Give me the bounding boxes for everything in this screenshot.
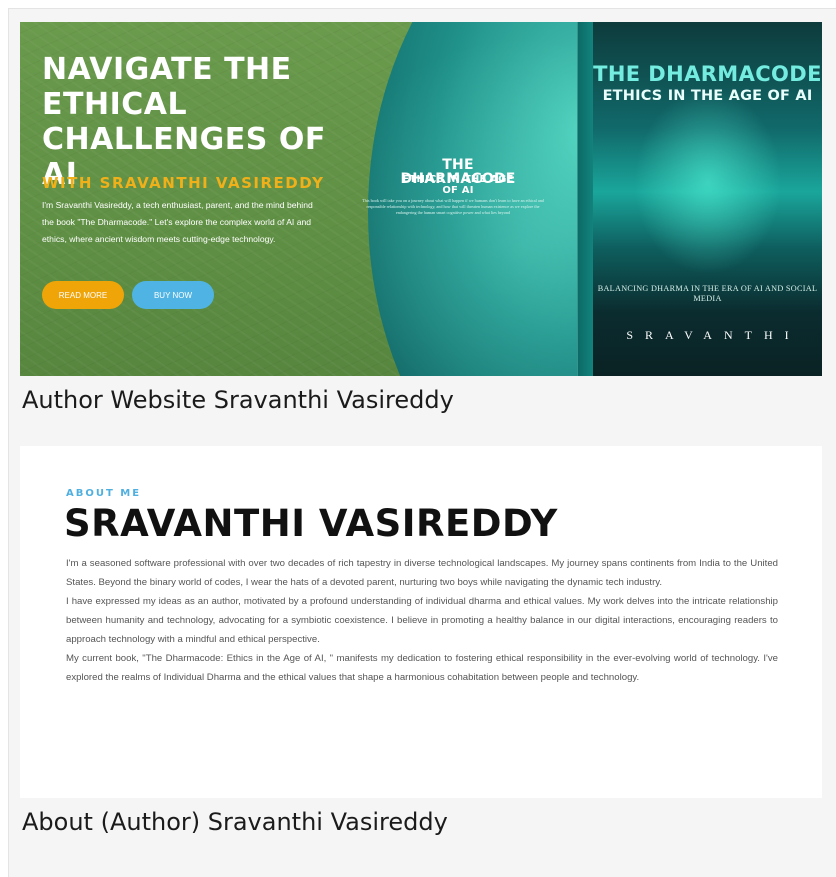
book-tagline: BALANCING DHARMA IN THE ERA OF AI AND SO… bbox=[597, 284, 818, 303]
about-paragraph: My current book, "The Dharmacode: Ethics… bbox=[66, 653, 778, 683]
buy-now-button[interactable]: BUY NOW bbox=[132, 281, 214, 309]
read-more-button[interactable]: READ MORE bbox=[42, 281, 124, 309]
caption-author-website: Author Website Sravanthi Vasireddy bbox=[22, 386, 454, 414]
hero-title-line: ETHICAL bbox=[42, 87, 188, 122]
book-author: SRAVANTHI bbox=[626, 328, 801, 342]
cover-small-blurb: This book will take you on a journey abo… bbox=[362, 198, 544, 215]
book-cover-glow bbox=[628, 82, 788, 282]
cover-small-subtitle: ETHICS IN THE AGE OF AI bbox=[402, 174, 514, 196]
book-cover-image: THE DHARMACODE ETHICS IN THE AGE OF AI B… bbox=[593, 22, 822, 376]
about-name: SRAVANTHI VASIREDDY bbox=[64, 502, 558, 545]
hero-description: I'm Sravanthi Vasireddy, a tech enthusia… bbox=[42, 200, 313, 244]
hero-title-line: NAVIGATE THE bbox=[42, 52, 292, 87]
caption-about-author: About (Author) Sravanthi Vasireddy bbox=[22, 808, 448, 836]
hero-title: NAVIGATE THE ETHICAL CHALLENGES OF AI bbox=[42, 52, 362, 192]
hero-screenshot: NAVIGATE THE ETHICAL CHALLENGES OF AI WI… bbox=[20, 22, 822, 376]
book-spine bbox=[577, 22, 593, 376]
about-body: I'm a seasoned software professional wit… bbox=[66, 554, 778, 687]
book-subtitle: ETHICS IN THE AGE OF AI bbox=[602, 88, 813, 104]
about-screenshot: ABOUT ME SRAVANTHI VASIREDDY I'm a seaso… bbox=[20, 446, 822, 798]
about-label: ABOUT ME bbox=[66, 488, 142, 499]
about-paragraph: I'm a seasoned software professional wit… bbox=[66, 558, 778, 588]
hero-subtitle: WITH SRAVANTHI VASIREDDY bbox=[42, 174, 325, 192]
book-title: THE DHARMACODE bbox=[593, 62, 822, 86]
about-paragraph: I have expressed my ideas as an author, … bbox=[66, 596, 778, 645]
